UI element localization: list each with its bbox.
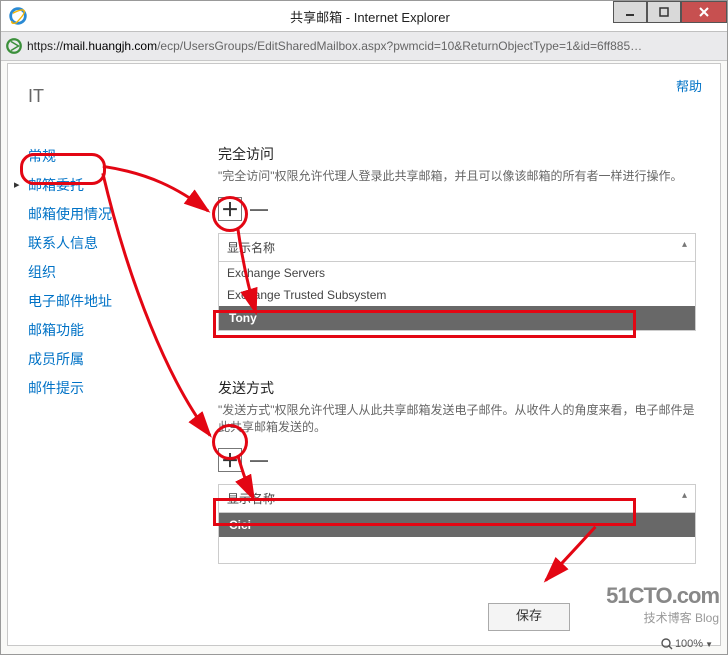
fullaccess-desc: "完全访问"权限允许代理人登录此共享邮箱，并且可以像该邮箱的所有者一样进行操作。 [218, 168, 696, 185]
sendas-list[interactable]: Cici [218, 512, 696, 564]
nav-item[interactable]: 邮箱委托 [28, 171, 158, 200]
zoom-indicator[interactable]: 100% ▼ [661, 638, 713, 650]
fullaccess-title: 完全访问 [218, 144, 696, 164]
chevron-down-icon: ▼ [705, 640, 713, 649]
page-icon [5, 37, 23, 55]
side-nav: 常规邮箱委托邮箱使用情况联系人信息组织电子邮件地址邮箱功能成员所属邮件提示 [28, 142, 158, 403]
titlebar: 共享邮箱 - Internet Explorer [1, 1, 727, 32]
url-host: mail.huangjh.com [63, 39, 157, 53]
zoom-icon [661, 638, 673, 650]
maximize-button[interactable] [647, 1, 681, 23]
nav-item[interactable]: 常规 [28, 142, 158, 171]
fullaccess-remove-button[interactable]: — [248, 198, 270, 220]
list-item-selected[interactable]: Tony [219, 306, 695, 330]
zoom-value: 100% [675, 638, 703, 650]
sendas-toolbar: ＋ — [218, 448, 696, 472]
section-full-access: 完全访问 "完全访问"权限允许代理人登录此共享邮箱，并且可以像该邮箱的所有者一样… [218, 144, 696, 331]
url-field[interactable]: https://mail.huangjh.com/ecp/UsersGroups… [27, 39, 642, 53]
sendas-remove-button[interactable]: — [248, 449, 270, 471]
fullaccess-add-button[interactable]: ＋ [218, 197, 242, 221]
nav-item[interactable]: 邮箱功能 [28, 316, 158, 345]
nav-item[interactable]: 联系人信息 [28, 229, 158, 258]
window-frame: 共享邮箱 - Internet Explorer https://mail.hu… [0, 0, 728, 655]
list-item[interactable]: Exchange Trusted Subsystem [219, 284, 695, 306]
url-scheme: https:// [27, 39, 63, 53]
page-title: IT [28, 86, 44, 107]
fullaccess-toolbar: ＋ — [218, 197, 696, 221]
minimize-button[interactable] [613, 1, 647, 23]
list-item-selected[interactable]: Cici [219, 513, 695, 537]
section-send-as: 发送方式 "发送方式"权限允许代理人从此共享邮箱发送电子邮件。从收件人的角度来看… [218, 378, 696, 564]
fullaccess-list-header[interactable]: 显示名称 [218, 233, 696, 261]
nav-item[interactable]: 组织 [28, 258, 158, 287]
address-bar: https://mail.huangjh.com/ecp/UsersGroups… [1, 32, 727, 61]
content-panel: 帮助 IT 常规邮箱委托邮箱使用情况联系人信息组织电子邮件地址邮箱功能成员所属邮… [7, 63, 721, 646]
help-link[interactable]: 帮助 [676, 76, 702, 95]
close-button[interactable] [681, 1, 727, 23]
url-path: /ecp/UsersGroups/EditSharedMailbox.aspx?… [157, 39, 642, 53]
sendas-add-button[interactable]: ＋ [218, 448, 242, 472]
save-button[interactable]: 保存 [488, 603, 570, 631]
fullaccess-list[interactable]: Exchange ServersExchange Trusted Subsyst… [218, 261, 696, 331]
nav-item[interactable]: 邮件提示 [28, 374, 158, 403]
nav-item[interactable]: 邮箱使用情况 [28, 200, 158, 229]
nav-item[interactable]: 电子邮件地址 [28, 287, 158, 316]
sendas-desc: "发送方式"权限允许代理人从此共享邮箱发送电子邮件。从收件人的角度来看，电子邮件… [218, 402, 696, 436]
footer: 保存 [488, 603, 570, 631]
list-item[interactable]: Exchange Servers [219, 262, 695, 284]
nav-item[interactable]: 成员所属 [28, 345, 158, 374]
ie-logo-icon [9, 7, 27, 25]
sendas-title: 发送方式 [218, 378, 696, 398]
window-controls [613, 1, 727, 23]
sendas-list-header[interactable]: 显示名称 [218, 484, 696, 512]
